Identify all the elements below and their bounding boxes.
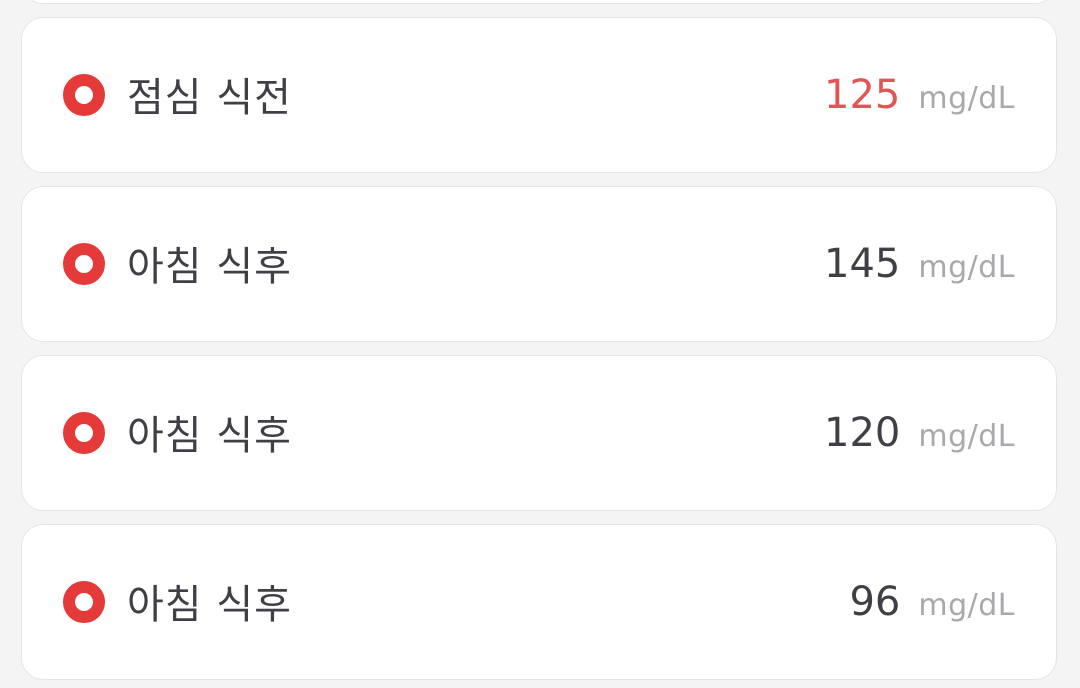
reading-value-group: 96 mg/dL [849, 579, 1015, 625]
reading-value: 125 [824, 72, 901, 118]
reading-card[interactable]: 아침 식후 120 mg/dL [21, 355, 1057, 511]
glucose-reading-list: 점심 식전 125 mg/dL 아침 식후 145 mg/dL 아침 식후 12… [0, 0, 1080, 688]
ring-dot-icon [63, 412, 105, 454]
reading-card[interactable]: 아침 식후 96 mg/dL [21, 524, 1057, 680]
reading-value-group: 125 mg/dL [824, 72, 1015, 118]
reading-card-partial[interactable] [21, 0, 1057, 4]
reading-card[interactable]: 아침 식후 145 mg/dL [21, 186, 1057, 342]
reading-unit: mg/dL [918, 250, 1015, 285]
reading-value-group: 120 mg/dL [824, 410, 1015, 456]
reading-unit: mg/dL [918, 588, 1015, 623]
reading-label: 점심 식전 [127, 74, 292, 121]
reading-label: 아침 식후 [127, 412, 292, 459]
ring-dot-icon [63, 581, 105, 623]
reading-value: 120 [824, 410, 901, 456]
reading-value: 145 [824, 241, 901, 287]
ring-dot-icon [63, 243, 105, 285]
ring-dot-icon [63, 74, 105, 116]
reading-unit: mg/dL [918, 81, 1015, 116]
reading-value-group: 145 mg/dL [824, 241, 1015, 287]
reading-label: 아침 식후 [127, 243, 292, 290]
reading-unit: mg/dL [918, 419, 1015, 454]
reading-label: 아침 식후 [127, 581, 292, 628]
reading-value: 96 [849, 579, 901, 625]
reading-card[interactable]: 점심 식전 125 mg/dL [21, 17, 1057, 173]
